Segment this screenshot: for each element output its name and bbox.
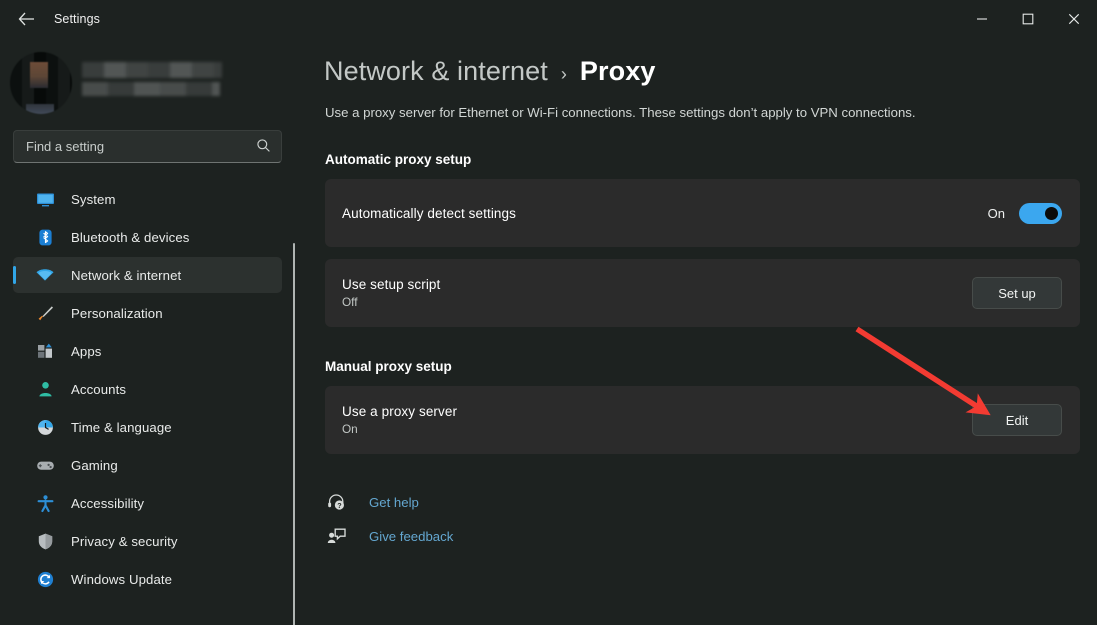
setup-script-card: Use setup script Off Set up xyxy=(325,259,1080,327)
set-up-button[interactable]: Set up xyxy=(972,277,1062,309)
apps-icon xyxy=(35,341,55,361)
paintbrush-icon xyxy=(35,303,55,323)
wifi-icon xyxy=(35,265,55,285)
breadcrumb-separator-icon: › xyxy=(561,64,567,85)
sidebar-scrollbar[interactable] xyxy=(293,243,295,625)
auto-detect-settings-label: Automatically detect settings xyxy=(342,206,988,221)
sidebar-item-label: Bluetooth & devices xyxy=(71,230,189,245)
get-help-link[interactable]: ? Get help xyxy=(325,486,1097,518)
svg-text:?: ? xyxy=(337,501,341,510)
person-icon xyxy=(35,379,55,399)
breadcrumb-parent-link[interactable]: Network & internet xyxy=(324,56,548,87)
use-proxy-server-card: Use a proxy server On Edit xyxy=(325,386,1080,454)
sidebar-item-label: Accounts xyxy=(71,382,126,397)
accessibility-icon xyxy=(35,493,55,513)
sidebar-item-label: Accessibility xyxy=(71,496,144,511)
breadcrumb: Network & internet › Proxy xyxy=(324,56,1097,87)
gamepad-icon xyxy=(35,455,55,475)
page-title: Proxy xyxy=(580,56,656,87)
give-feedback-link[interactable]: Give feedback xyxy=(325,520,1097,552)
user-profile[interactable] xyxy=(0,44,295,116)
sidebar-item-bluetooth-devices[interactable]: Bluetooth & devices xyxy=(13,219,282,255)
sidebar-item-personalization[interactable]: Personalization xyxy=(13,295,282,331)
monitor-icon xyxy=(35,189,55,209)
get-help-label: Get help xyxy=(369,495,419,510)
sidebar-item-system[interactable]: System xyxy=(13,181,282,217)
back-button[interactable] xyxy=(10,5,42,33)
sidebar-item-label: Personalization xyxy=(71,306,163,321)
give-feedback-label: Give feedback xyxy=(369,529,453,544)
update-icon xyxy=(35,569,55,589)
sidebar-item-label: Windows Update xyxy=(71,572,172,587)
search-input[interactable] xyxy=(13,130,282,163)
settings-window: Settings xyxy=(0,0,1097,625)
page-description: Use a proxy server for Ethernet or Wi-Fi… xyxy=(325,105,1097,120)
back-arrow-icon xyxy=(18,12,35,26)
profile-email-redacted xyxy=(82,82,220,96)
section-title-manual: Manual proxy setup xyxy=(325,359,1097,374)
window-controls xyxy=(959,0,1097,38)
auto-detect-toggle-state-label: On xyxy=(988,206,1005,221)
sidebar-item-label: System xyxy=(71,192,116,207)
feedback-icon xyxy=(325,527,347,545)
setup-script-status: Off xyxy=(342,295,972,309)
sidebar-item-label: Apps xyxy=(71,344,101,359)
sidebar-item-label: Privacy & security xyxy=(71,534,178,549)
auto-detect-settings-card: Automatically detect settings On xyxy=(325,179,1080,247)
setup-script-label: Use setup script xyxy=(342,277,972,292)
minimize-icon xyxy=(976,13,988,25)
clock-icon xyxy=(35,417,55,437)
search-box[interactable] xyxy=(13,130,282,163)
use-proxy-server-status: On xyxy=(342,422,972,436)
section-title-automatic: Automatic proxy setup xyxy=(325,152,1097,167)
sidebar-item-label: Network & internet xyxy=(71,268,181,283)
sidebar-item-apps[interactable]: Apps xyxy=(13,333,282,369)
use-proxy-server-label: Use a proxy server xyxy=(342,404,972,419)
avatar xyxy=(10,52,72,114)
maximize-button[interactable] xyxy=(1005,0,1051,38)
auto-detect-settings-toggle[interactable] xyxy=(1019,203,1062,224)
sidebar-item-windows-update[interactable]: Windows Update xyxy=(13,561,282,597)
sidebar-item-privacy-security[interactable]: Privacy & security xyxy=(13,523,282,559)
profile-name-redacted xyxy=(82,62,222,78)
sidebar-item-time-language[interactable]: Time & language xyxy=(13,409,282,445)
sidebar: System Bluetooth & devices xyxy=(0,38,295,625)
maximize-icon xyxy=(1022,13,1034,25)
sidebar-item-label: Time & language xyxy=(71,420,172,435)
toggle-knob xyxy=(1045,207,1058,220)
sidebar-item-gaming[interactable]: Gaming xyxy=(13,447,282,483)
bluetooth-icon xyxy=(35,227,55,247)
help-headset-icon: ? xyxy=(325,493,347,511)
sidebar-item-network-internet[interactable]: Network & internet xyxy=(13,257,282,293)
sidebar-item-accessibility[interactable]: Accessibility xyxy=(13,485,282,521)
main-content: Network & internet › Proxy Use a proxy s… xyxy=(300,38,1097,625)
app-title: Settings xyxy=(54,12,100,26)
close-icon xyxy=(1068,13,1080,25)
sidebar-nav: System Bluetooth & devices xyxy=(0,181,295,597)
minimize-button[interactable] xyxy=(959,0,1005,38)
shield-icon xyxy=(35,531,55,551)
sidebar-item-accounts[interactable]: Accounts xyxy=(13,371,282,407)
sidebar-item-label: Gaming xyxy=(71,458,118,473)
help-links: ? Get help Give feedback xyxy=(325,486,1097,552)
title-bar: Settings xyxy=(0,0,1097,38)
edit-button[interactable]: Edit xyxy=(972,404,1062,436)
close-button[interactable] xyxy=(1051,0,1097,38)
